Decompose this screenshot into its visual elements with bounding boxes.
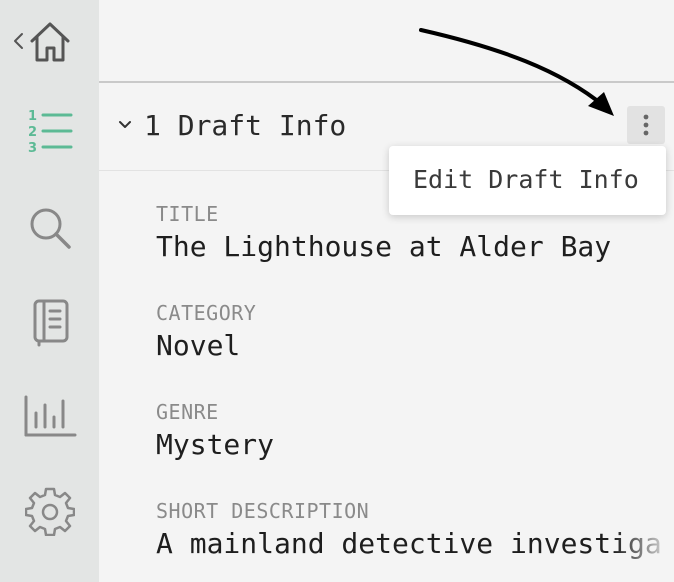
field-value: Mystery (156, 428, 275, 461)
svg-text:3: 3 (28, 141, 37, 155)
app-window: 1 2 3 1 Draft Info TITLE The Lighthouse … (0, 0, 674, 582)
outline-list-icon: 1 2 3 (28, 109, 73, 155)
field-label: GENRE (156, 400, 219, 424)
sidebar-item-search[interactable] (25, 204, 75, 252)
field-label: SHORT DESCRIPTION (156, 499, 370, 523)
field-value: A mainland detective investiga (156, 527, 662, 560)
top-bar (99, 0, 674, 83)
main-panel: 1 Draft Info TITLE The Lighthouse at Ald… (99, 0, 674, 582)
home-icon (30, 22, 70, 62)
sidebar: 1 2 3 (0, 0, 99, 582)
field-value: Novel (156, 329, 241, 362)
chevron-down-icon[interactable] (118, 118, 132, 132)
sidebar-item-notebook[interactable] (25, 296, 75, 348)
field-category: CATEGORY Novel (156, 301, 256, 364)
sidebar-item-outline[interactable]: 1 2 3 (25, 106, 75, 156)
sidebar-item-settings[interactable] (25, 486, 75, 536)
stats-chart-icon (24, 395, 77, 437)
sidebar-item-home[interactable] (25, 18, 75, 64)
search-icon (30, 208, 71, 249)
gear-icon (25, 487, 75, 536)
field-value: The Lighthouse at Alder Bay (156, 230, 612, 263)
context-menu: Edit Draft Info (389, 146, 666, 215)
field-label: CATEGORY (156, 301, 257, 325)
text-fade-overlay (614, 530, 674, 574)
section-title[interactable]: 1 Draft Info (144, 108, 346, 144)
field-short-description: SHORT DESCRIPTION A mainland detective i… (156, 499, 662, 562)
field-genre: GENRE Mystery (156, 400, 274, 463)
notebook-icon (33, 299, 69, 347)
svg-text:2: 2 (28, 125, 37, 140)
more-options-button[interactable] (627, 106, 665, 144)
svg-text:1: 1 (28, 109, 37, 124)
edit-draft-info-menu-item[interactable]: Edit Draft Info (413, 163, 639, 197)
back-chevron-icon[interactable] (11, 29, 25, 53)
kebab-menu-icon (643, 114, 649, 136)
sidebar-item-stats[interactable] (20, 392, 80, 440)
